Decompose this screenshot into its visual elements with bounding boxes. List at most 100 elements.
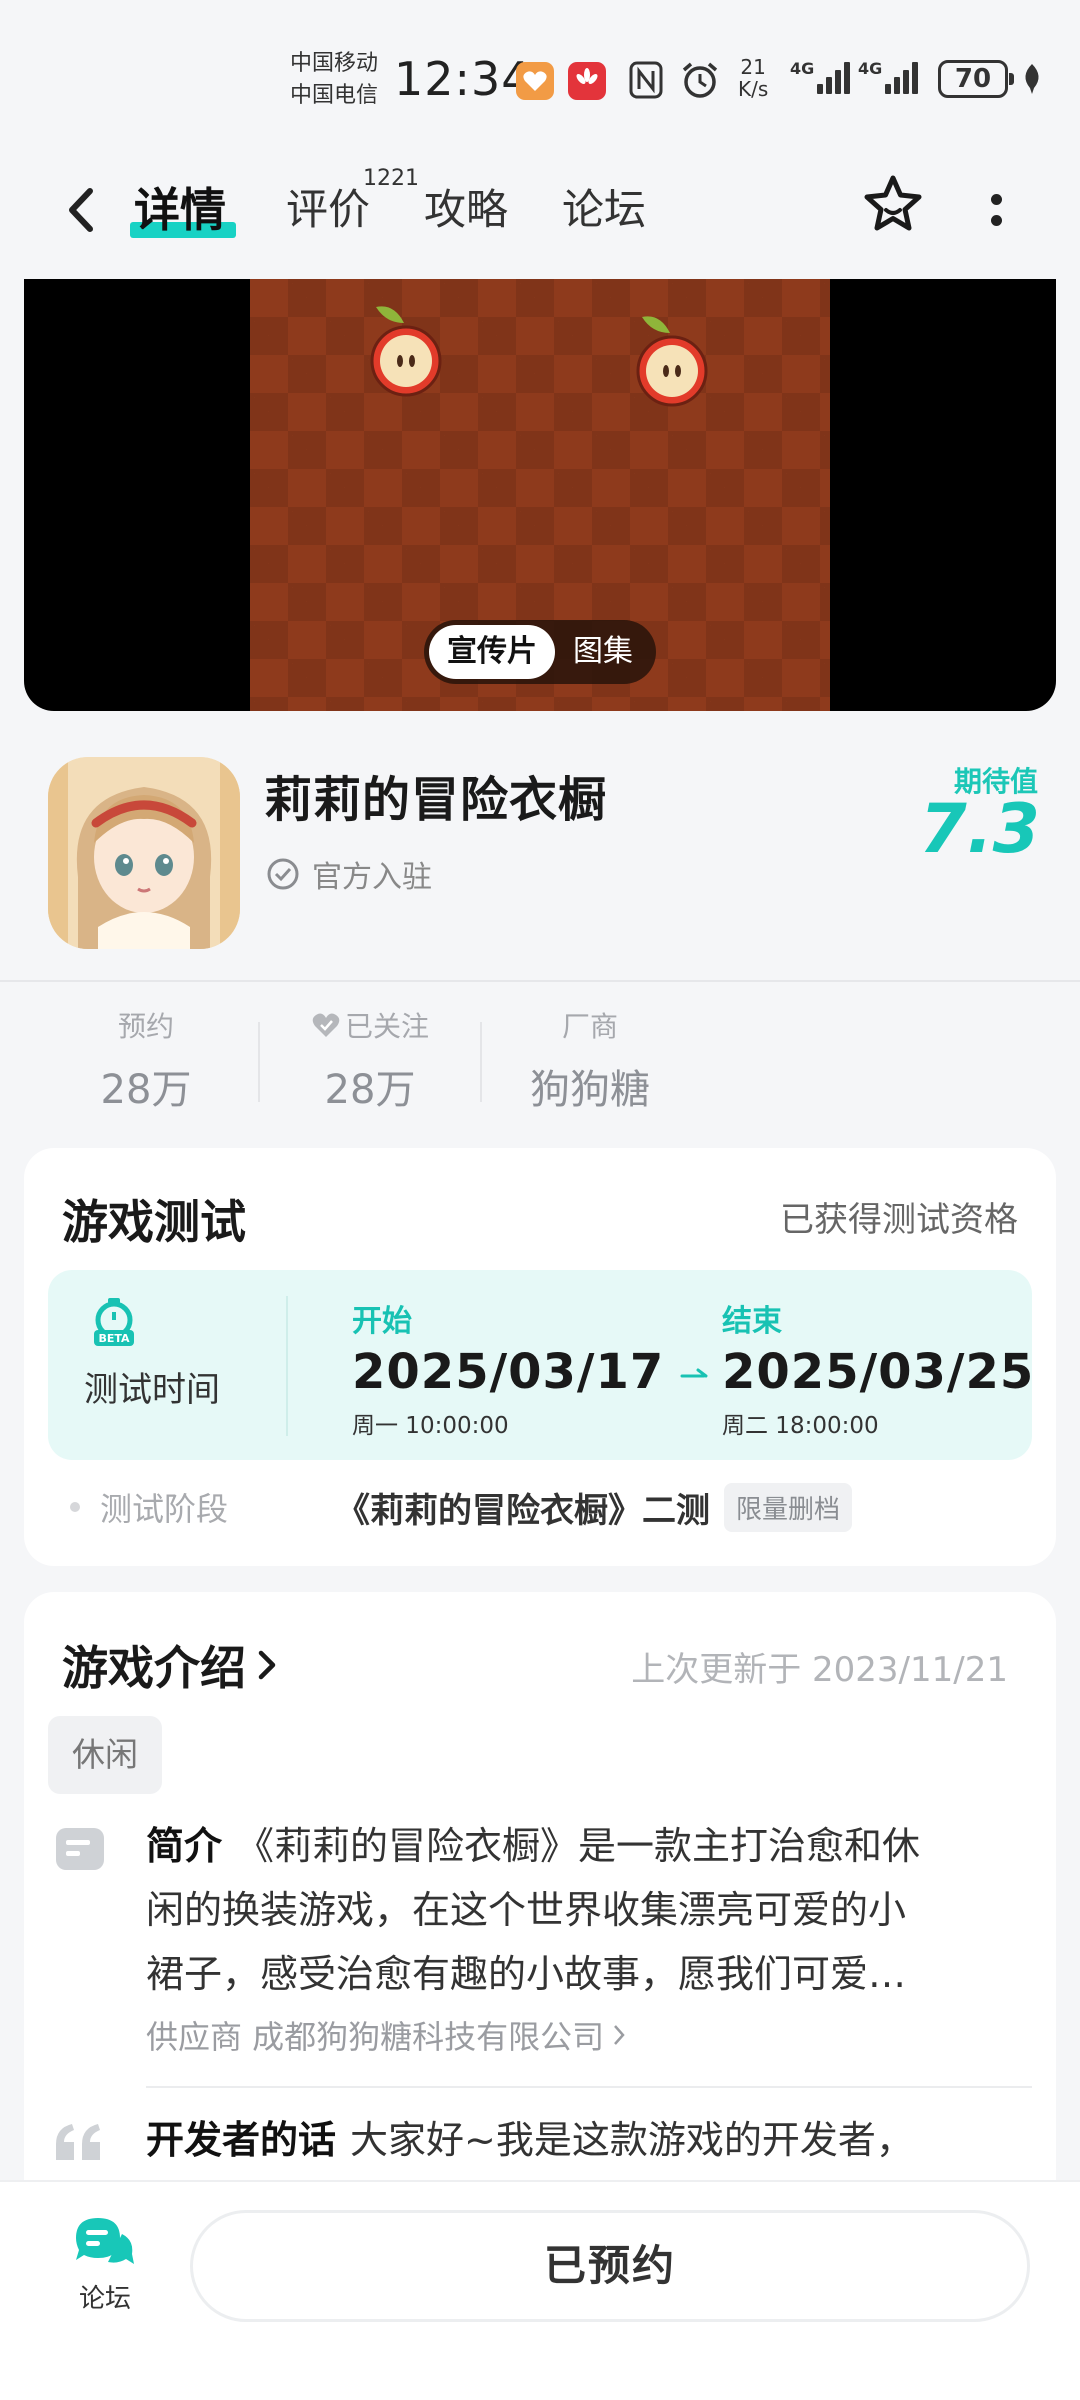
supplier-text: 供应商 成都狗狗糖科技有限公司	[146, 2018, 605, 2056]
back-button[interactable]	[52, 180, 112, 240]
game-app-icon	[48, 757, 240, 949]
stat-developer[interactable]: 厂商 狗狗糖	[520, 1005, 660, 1115]
star-icon	[864, 175, 922, 231]
apple-slice-image	[370, 306, 442, 397]
tab-forum[interactable]: 论坛	[562, 180, 646, 240]
stat-developer-value: 狗狗糖	[530, 1067, 650, 1113]
signal-1-label: 4G	[790, 59, 815, 78]
stat-reservations-label: 预约	[117, 1010, 174, 1043]
test-phase-name: 《莉莉的冒险衣橱》二测	[336, 1490, 710, 1531]
forum-chat-icon	[76, 2218, 134, 2264]
supplier-link[interactable]: 供应商 成都狗狗糖科技有限公司	[146, 2012, 626, 2058]
stat-followers[interactable]: 已关注 28万	[300, 1005, 440, 1115]
intro-last-updated: 上次更新于 2023/11/21	[631, 1650, 1008, 1690]
stat-reservations-value: 28万	[100, 1067, 192, 1113]
test-start: 开始 2025/03/17 周一 10:00:00	[352, 1296, 664, 1440]
tab-details[interactable]: 详情	[134, 180, 226, 240]
forum-button[interactable]: 论坛	[60, 2212, 150, 2315]
divider	[146, 2086, 1032, 2088]
battery-icon: 70	[938, 60, 1014, 98]
media-type-switch: 宣传片 图集	[424, 620, 656, 684]
summary-line-2: 闲的换装游戏，在这个世界收集漂亮可爱的小	[146, 1888, 907, 1932]
top-navigation: 详情 评价 1221 攻略 论坛	[0, 150, 1080, 280]
official-badge-label: 官方入驻	[312, 860, 432, 895]
beta-timer-icon: BETA	[94, 1298, 134, 1346]
summary-lead: 简介	[146, 1824, 223, 1868]
divider	[286, 1296, 288, 1436]
test-schedule-box: BETA 测试时间 开始 2025/03/17 周一 10:00:00 结束 2…	[48, 1270, 1034, 1460]
tab-forum-label: 论坛	[562, 185, 647, 234]
arrow-right-icon	[680, 1368, 708, 1378]
alarm-icon	[682, 62, 718, 98]
divider	[0, 980, 1080, 982]
game-summary[interactable]: 简介 《莉莉的冒险衣橱》是一款主打治愈和休 闲的换装游戏，在这个世界收集漂亮可爱的…	[146, 1814, 1026, 2006]
developer-message-text: 大家好~我是这款游戏的开发者，	[350, 2118, 914, 2162]
summary-icon	[56, 1828, 104, 1870]
stat-divider	[258, 1022, 260, 1102]
net-speed-unit: K/s	[738, 77, 769, 101]
huawei-app-icon	[568, 62, 606, 100]
test-end: 结束 2025/03/25 周二 18:00:00	[722, 1296, 1034, 1440]
reserved-button[interactable]: 已预约	[190, 2210, 1030, 2322]
heart-icon	[312, 1013, 340, 1037]
genre-tag[interactable]: 休闲	[48, 1716, 162, 1794]
stat-followers-label: 已关注	[344, 1010, 429, 1043]
test-phase-label: 测试阶段	[100, 1490, 229, 1528]
nfc-icon	[629, 61, 663, 99]
summary-line-1: 《莉莉的冒险衣橱》是一款主打治愈和休	[236, 1824, 921, 1868]
bottom-action-bar: 论坛 已预约	[0, 2180, 1080, 2400]
tab-guides-label: 攻略	[424, 185, 509, 234]
media-tab-trailer[interactable]: 宣传片	[429, 625, 555, 679]
test-card-title: 游戏测试	[62, 1195, 246, 1249]
tab-reviews-label: 评价	[286, 185, 371, 234]
chevron-right-icon	[614, 2025, 625, 2045]
chevron-left-icon	[69, 188, 93, 232]
test-start-label: 开始	[352, 1304, 412, 1339]
test-phase-badge: 限量删档	[724, 1482, 853, 1532]
chevron-right-icon	[258, 1650, 276, 1680]
stat-developer-label: 厂商	[561, 1010, 618, 1043]
test-qualification-status: 已获得测试资格	[780, 1200, 1018, 1240]
more-options-button[interactable]	[976, 180, 1016, 240]
net-speed-value: 21	[740, 55, 766, 79]
carrier-1: 中国移动	[290, 51, 379, 76]
test-end-time: 周二 18:00:00	[722, 1413, 879, 1439]
status-time: 12:34	[394, 52, 532, 106]
favorite-button[interactable]	[858, 170, 928, 240]
net-speed: 21 K/s	[738, 56, 768, 100]
tab-guides[interactable]: 攻略	[424, 180, 508, 240]
developer-message[interactable]: 开发者的话 大家好~我是这款游戏的开发者，	[146, 2108, 914, 2172]
intro-title: 游戏介绍	[62, 1641, 246, 1695]
game-title: 莉莉的冒险衣橱	[264, 772, 608, 828]
leaf-icon	[1025, 64, 1039, 94]
test-phase-row: 测试阶段 《莉莉的冒险衣橱》二测 限量删档	[70, 1482, 853, 1532]
media-tab-gallery[interactable]: 图集	[555, 625, 651, 679]
carrier-2: 中国电信	[290, 83, 379, 108]
signal-2-icon: 4G	[858, 59, 919, 94]
stat-followers-value: 28万	[324, 1067, 416, 1113]
stat-divider	[480, 1022, 482, 1102]
test-time-label: 测试时间	[84, 1370, 220, 1410]
developer-message-lead: 开发者的话	[146, 2118, 337, 2162]
status-bar: 中国移动 中国电信 12:34 21 K/s 4G 4G 70	[0, 0, 1080, 150]
signal-2-label: 4G	[858, 59, 883, 78]
review-count-badge: 1221	[363, 166, 419, 191]
svg-text:BETA: BETA	[98, 1332, 130, 1345]
game-test-card: 游戏测试 已获得测试资格 BETA 测试时间 开始 2025/03/17 周一 …	[24, 1148, 1056, 1566]
test-start-time: 周一 10:00:00	[352, 1413, 509, 1439]
test-end-date: 2025/03/25	[722, 1344, 1035, 1400]
bullet-dot	[70, 1502, 80, 1512]
stat-reservations: 预约 28万	[86, 1005, 206, 1115]
official-badge: 官方入驻	[266, 852, 432, 896]
test-start-date: 2025/03/17	[352, 1344, 665, 1400]
forum-label: 论坛	[78, 2284, 131, 2314]
verified-check-icon	[267, 858, 299, 890]
carrier-names: 中国移动 中国电信	[290, 48, 378, 112]
test-end-label: 结束	[722, 1304, 782, 1339]
summary-line-3: 裙子，感受治愈有趣的小故事，愿我们可爱…	[146, 1952, 907, 1996]
tab-reviews[interactable]: 评价	[286, 180, 370, 240]
intro-title-link[interactable]: 游戏介绍	[62, 1632, 278, 1698]
quote-icon	[56, 2124, 100, 2160]
more-dot-icon	[990, 194, 1002, 205]
signal-1-icon: 4G	[790, 59, 851, 94]
